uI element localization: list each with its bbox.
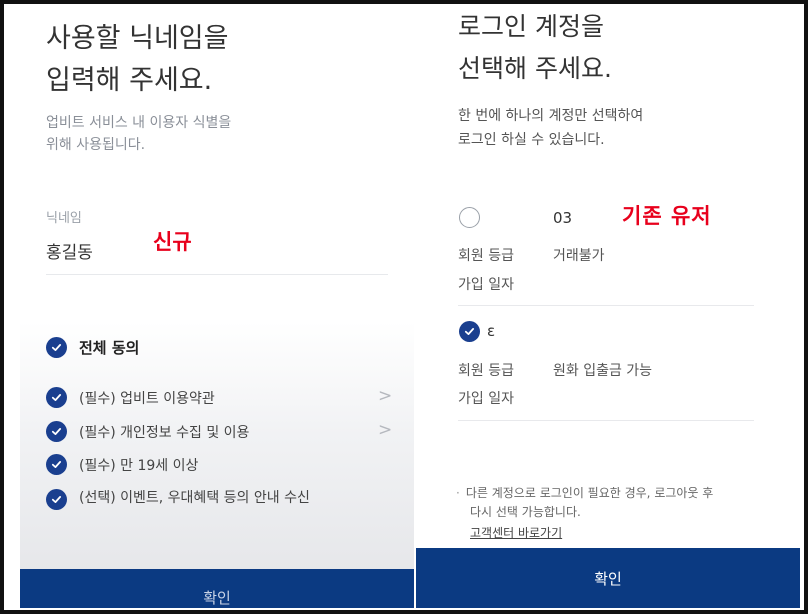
- join-date-label: 가입 일자: [458, 277, 514, 293]
- agreement-item-marketing[interactable]: (선택) 이벤트, 우대혜택 등의 안내 수신: [46, 488, 339, 510]
- existing-user-annotation: 기존 유저: [622, 204, 712, 228]
- chevron-right-icon[interactable]: >: [378, 386, 392, 406]
- check-circle-icon: [46, 421, 67, 442]
- note-bullet: ·: [456, 486, 460, 500]
- note-text-2: 다시 선택 가능합니다.: [470, 505, 581, 519]
- confirm-button[interactable]: 확인: [20, 569, 414, 608]
- grade-value: 원화 입출금 가능: [553, 363, 653, 379]
- title-line-1: 사용할 닉네임을: [46, 23, 229, 54]
- agreement-label: (필수) 업비트 이용약관: [79, 390, 215, 407]
- subtitle-line-2: 로그인 하실 수 있습니다.: [458, 132, 605, 148]
- agreement-label: (필수) 만 19세 이상: [79, 457, 199, 474]
- confirm-button[interactable]: 확인: [416, 548, 800, 608]
- check-circle-icon: [46, 387, 67, 408]
- note-text-1: 다른 계정으로 로그인이 필요한 경우, 로그아웃 후: [465, 486, 714, 500]
- agreement-label: (선택) 이벤트, 우대혜택 등의 안내 수신: [79, 490, 310, 506]
- nickname-label: 닉네임: [46, 211, 82, 226]
- subtitle-line-1: 한 번에 하나의 계정만 선택하여: [458, 108, 644, 124]
- agree-all-label: 전체 동의: [79, 339, 140, 357]
- page-subtitle: 업비트 서비스 내 이용자 식별을 위해 사용됩니다.: [46, 112, 231, 156]
- grade-label: 회원 등급: [458, 363, 514, 379]
- nickname-underline: [46, 274, 388, 275]
- join-date-label: 가입 일자: [458, 391, 514, 407]
- note-line-1: · 다른 계정으로 로그인이 필요한 경우, 로그아웃 후: [456, 484, 756, 503]
- agreement-label: (필수) 개인정보 수집 및 이용: [79, 424, 250, 441]
- subtitle-line-1: 업비트 서비스 내 이용자 식별을: [46, 115, 232, 131]
- subtitle-line-2: 위해 사용됩니다.: [46, 137, 146, 153]
- customer-center-link[interactable]: 고객센터 바로가기: [470, 524, 562, 541]
- title-line-1: 로그인 계정을: [458, 12, 604, 41]
- agree-all-checkbox[interactable]: 전체 동의: [46, 337, 139, 358]
- new-user-panel: 사용할 닉네임을 입력해 주세요. 업비트 서비스 내 이용자 식별을 위해 사…: [20, 4, 414, 608]
- agreement-item-age[interactable]: (필수) 만 19세 이상: [46, 454, 198, 475]
- login-note: · 다른 계정으로 로그인이 필요한 경우, 로그아웃 후 다시 선택 가능합니다…: [456, 484, 756, 522]
- page-title: 사용할 닉네임을 입력해 주세요.: [46, 18, 228, 102]
- agreement-item-terms[interactable]: (필수) 업비트 이용약관: [46, 387, 215, 408]
- radio-unchecked-icon[interactable]: [459, 207, 480, 228]
- agreement-item-privacy[interactable]: (필수) 개인정보 수집 및 이용: [46, 421, 249, 442]
- confirm-label: 확인: [594, 570, 622, 588]
- account-radio-selected[interactable]: [459, 321, 480, 342]
- agreement-sheet: [20, 322, 414, 572]
- chevron-right-icon[interactable]: >: [378, 420, 392, 440]
- check-circle-icon: [46, 489, 67, 510]
- confirm-label: 확인: [203, 589, 231, 607]
- title-line-2: 선택해 주세요.: [458, 54, 612, 83]
- page-title: 로그인 계정을 선택해 주세요.: [458, 6, 612, 90]
- account-divider: [458, 305, 754, 306]
- account-id: 03: [553, 209, 573, 227]
- check-circle-icon: [46, 454, 67, 475]
- check-circle-icon: [46, 337, 67, 358]
- account-divider: [458, 420, 754, 421]
- grade-label: 회원 등급: [458, 248, 514, 264]
- account-id: ε: [487, 322, 496, 340]
- check-circle-icon: [459, 321, 480, 342]
- nickname-input[interactable]: 홍길동: [46, 238, 93, 263]
- existing-user-panel: 로그인 계정을 선택해 주세요. 한 번에 하나의 계정만 선택하여 로그인 하…: [416, 4, 800, 608]
- new-user-annotation: 신규: [153, 230, 192, 254]
- page-subtitle: 한 번에 하나의 계정만 선택하여 로그인 하실 수 있습니다.: [458, 104, 643, 152]
- grade-value: 거래불가: [553, 248, 605, 264]
- title-line-2: 입력해 주세요.: [46, 65, 213, 96]
